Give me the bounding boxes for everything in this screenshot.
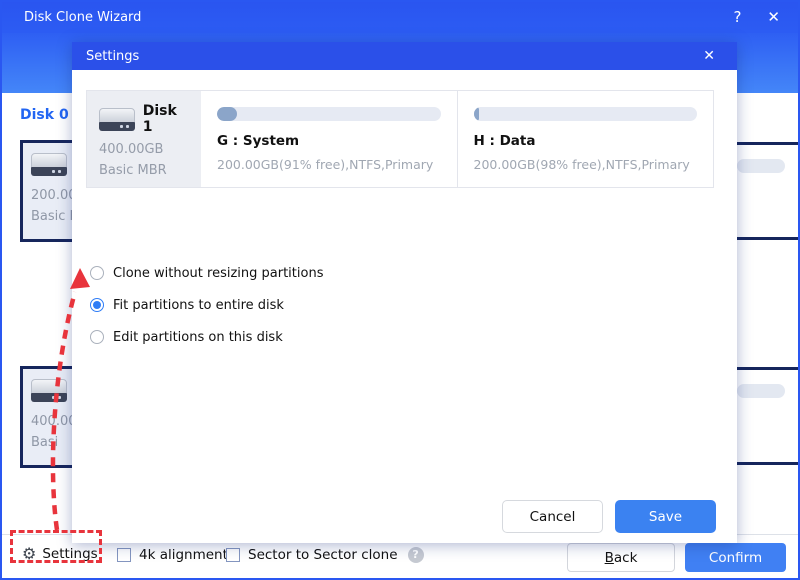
settings-dialog: Settings ✕ Disk 1 400.00GB Basic MBR G :…: [72, 42, 737, 543]
partition-label: H : Data: [474, 133, 698, 149]
checkbox-sector-clone[interactable]: Sector to Sector clone ?: [226, 547, 424, 563]
disk0-partition-box[interactable]: [730, 142, 800, 240]
window-controls: ? ✕: [733, 2, 788, 33]
back-button[interactable]: Back: [567, 543, 675, 572]
radio-option-1[interactable]: Fit partitions to entire disk: [90, 289, 323, 321]
cancel-button-label: Cancel: [530, 509, 576, 525]
help-icon[interactable]: ?: [733, 2, 741, 33]
settings-dialog-title: Settings: [86, 49, 139, 64]
partition-details: 200.00GB(98% free),NTFS,Primary: [474, 157, 698, 172]
checkbox-icon[interactable]: [117, 548, 131, 562]
disk-icon: [31, 379, 67, 402]
help-tooltip-icon[interactable]: ?: [408, 547, 424, 563]
confirm-button-label: Confirm: [709, 550, 762, 566]
title-bar: Disk Clone Wizard ? ✕: [2, 2, 798, 33]
radio-option-label: Edit partitions on this disk: [113, 330, 283, 345]
checkbox-4k-alignment[interactable]: 4k alignment: [117, 547, 228, 563]
partition-label: G : System: [217, 133, 441, 149]
app-window: Disk Clone Wizard ? ✕ Disk 0 c 200.00 Ba…: [0, 0, 800, 580]
back-button-label: Back: [605, 550, 638, 566]
partition-g-system[interactable]: G : System 200.00GB(91% free),NTFS,Prima…: [201, 91, 457, 187]
partition-usage-bar: [737, 159, 785, 173]
partition-usage-fill: [217, 107, 237, 121]
radio-option-label: Clone without resizing partitions: [113, 266, 323, 281]
confirm-button[interactable]: Confirm: [685, 543, 786, 572]
radio-option-label: Fit partitions to entire disk: [113, 298, 284, 313]
disk1-partition-box[interactable]: [730, 367, 800, 465]
save-button-label: Save: [649, 509, 682, 525]
radio-option-0[interactable]: Clone without resizing partitions: [90, 257, 323, 289]
partition-usage-bar: [737, 384, 785, 398]
radio-icon[interactable]: [90, 298, 104, 312]
disk-icon: [99, 108, 135, 131]
clone-options-group: Clone without resizing partitions Fit pa…: [90, 257, 323, 353]
radio-icon[interactable]: [90, 330, 104, 344]
close-icon[interactable]: ✕: [767, 2, 780, 33]
disk-type: Basic MBR: [99, 163, 191, 178]
settings-button[interactable]: ⚙ Settings: [22, 546, 98, 562]
partition-details: 200.00GB(91% free),NTFS,Primary: [217, 157, 441, 172]
radio-option-2[interactable]: Edit partitions on this disk: [90, 321, 323, 353]
checkbox-icon[interactable]: [226, 548, 240, 562]
cancel-button[interactable]: Cancel: [502, 500, 603, 533]
checkbox-sector-label: Sector to Sector clone: [248, 547, 398, 563]
disk0-label: Disk 0: [20, 107, 69, 123]
disk-icon: [31, 153, 67, 176]
gear-icon: ⚙: [22, 546, 36, 562]
partition-usage-fill: [474, 107, 480, 121]
partition-usage-bar: [474, 107, 698, 121]
settings-dialog-header: Settings ✕: [72, 42, 737, 70]
partition-usage-bar: [217, 107, 441, 121]
disk-info-panel: Disk 1 400.00GB Basic MBR G : System 200…: [86, 90, 714, 188]
disk-name: Disk 1: [143, 103, 191, 135]
disk-summary: Disk 1 400.00GB Basic MBR: [87, 91, 201, 187]
radio-icon[interactable]: [90, 266, 104, 280]
dialog-close-icon[interactable]: ✕: [703, 48, 723, 64]
window-title: Disk Clone Wizard: [24, 10, 141, 25]
checkbox-4k-label: 4k alignment: [139, 547, 228, 563]
disk-size: 400.00GB: [99, 142, 191, 157]
partition-h-data[interactable]: H : Data 200.00GB(98% free),NTFS,Primary: [457, 91, 714, 187]
settings-button-label: Settings: [42, 546, 97, 562]
save-button[interactable]: Save: [615, 500, 716, 533]
